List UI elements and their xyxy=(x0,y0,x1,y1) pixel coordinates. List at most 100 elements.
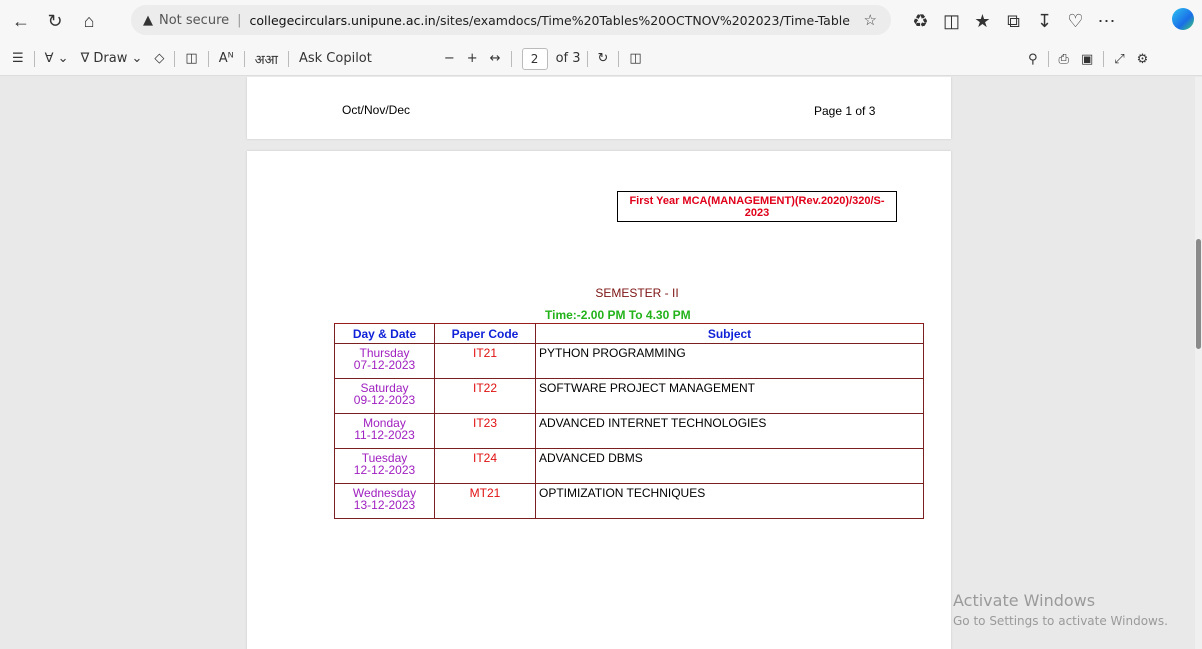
date: 11-12-2023 xyxy=(354,428,415,442)
day-date-cell: Wednesday 13-12-2023 xyxy=(334,483,435,519)
table-header-row: Day & Date Paper Code Subject xyxy=(334,323,924,344)
semester-heading: SEMESTER - II xyxy=(247,286,951,300)
erase-icon[interactable]: ◇ xyxy=(148,42,170,76)
paper-code: IT23 xyxy=(434,413,536,449)
warning-icon[interactable]: ▲ xyxy=(143,13,153,28)
refresh-icon[interactable]: ↻ xyxy=(38,4,72,38)
page-header-number: Page 1 of 3 xyxy=(814,104,876,118)
subject: ADVANCED DBMS xyxy=(535,448,924,484)
draw-label: Draw xyxy=(93,51,128,66)
toolbar-separator xyxy=(287,50,289,67)
favorite-icon[interactable]: ☆ xyxy=(864,11,877,29)
toolbar-separator xyxy=(618,50,620,67)
table-row: Saturday 09-12-2023 IT22 SOFTWARE PROJECT… xyxy=(334,378,924,414)
not-secure-label[interactable]: Not secure xyxy=(159,13,229,28)
address-separator: | xyxy=(237,12,242,28)
page-total: of 3 xyxy=(555,51,581,66)
paper-code: IT24 xyxy=(434,448,536,484)
downloads-icon[interactable]: ↧ xyxy=(1029,4,1060,38)
url-host: collegecirculars.unipune.ac.in xyxy=(249,12,436,28)
scrollbar-thumb[interactable] xyxy=(1196,239,1201,349)
rotate-icon[interactable]: ↻ xyxy=(592,42,615,76)
pdf-page-2: First Year MCA(MANAGEMENT)(Rev.2020)/320… xyxy=(247,151,951,649)
semester-text: SEMESTER - II xyxy=(595,286,679,300)
day-date-cell: Thursday 07-12-2023 xyxy=(334,343,435,379)
date: 12-12-2023 xyxy=(353,463,416,477)
subject: OPTIMIZATION TECHNIQUES xyxy=(535,483,924,519)
course-title-line1: First Year MCA(MANAGEMENT)(Rev.2020)/320… xyxy=(629,195,885,207)
url-path: /sites/examdocs/Time%20Tables%20OCTNOV%2… xyxy=(435,12,850,28)
watermark-title: Activate Windows xyxy=(953,591,1096,610)
toolbar-separator xyxy=(207,50,209,67)
table-row: Thursday 07-12-2023 IT21 PYTHON PROGRAMMI… xyxy=(334,343,924,379)
search-icon[interactable]: ⚲ xyxy=(1022,42,1044,76)
pdf-toolbar-right: ⚲ ⎙ ▣ ⤢ ⚙ xyxy=(1022,42,1154,76)
day-date-cell: Monday 11-12-2023 xyxy=(334,413,435,449)
zoom-out-button[interactable]: − xyxy=(438,42,461,76)
browser-essentials-icon[interactable]: ♡ xyxy=(1060,4,1091,38)
url-text[interactable]: collegecirculars.unipune.ac.in/sites/exa… xyxy=(250,13,850,28)
pdf-toolbar: ☰ ∀ ⌄ ∇ Draw ⌄ ◇ ◫ Aᴺ अआ Ask Copilot − +… xyxy=(0,42,1202,76)
text-icon[interactable]: ◫ xyxy=(179,42,203,76)
draw-icon: ∇ xyxy=(80,51,94,66)
pdf-viewer[interactable]: Oct/Nov/Dec Page 1 of 3 First Year MCA(M… xyxy=(0,77,1195,649)
page-header-session: Oct/Nov/Dec xyxy=(342,103,411,117)
day-date-cell: Saturday 09-12-2023 xyxy=(334,378,435,414)
browser-actions: ♻ ◫ ★ ⧉ ↧ ♡ ⋯ xyxy=(905,4,1122,38)
toolbar-separator xyxy=(586,50,588,67)
activation-watermark: Activate Windows Go to Settings to activ… xyxy=(953,591,1168,628)
toolbar-separator xyxy=(1103,51,1105,67)
fit-page-icon[interactable]: ↔ xyxy=(484,42,507,76)
watermark-subtitle: Go to Settings to activate Windows. xyxy=(953,614,1168,628)
ask-copilot-button[interactable]: Ask Copilot xyxy=(293,42,378,76)
toolbar-separator xyxy=(510,50,512,67)
extensions-icon[interactable]: ♻ xyxy=(905,4,936,38)
course-title: First Year MCA(MANAGEMENT)(Rev.2020)/320… xyxy=(617,191,897,222)
subject: PYTHON PROGRAMMING xyxy=(535,343,924,379)
column-header-day: Day & Date xyxy=(334,323,435,344)
page-view-icon[interactable]: ◫ xyxy=(623,42,647,76)
timetable: Day & Date Paper Code Subject Thursday 07… xyxy=(334,323,924,519)
settings-icon[interactable]: ⚙ xyxy=(1131,42,1155,76)
address-bar[interactable]: ▲ Not secure | collegecirculars.unipune.… xyxy=(131,5,891,35)
back-icon[interactable]: ← xyxy=(4,4,38,38)
toolbar-separator xyxy=(174,50,176,67)
save-icon[interactable]: ▣ xyxy=(1075,42,1099,76)
read-aloud-button[interactable]: Aᴺ xyxy=(213,42,240,76)
home-icon[interactable]: ⌂ xyxy=(72,4,106,38)
print-icon[interactable]: ⎙ xyxy=(1053,42,1075,76)
draw-button[interactable]: ∇ Draw ⌄ xyxy=(75,42,149,76)
split-screen-icon[interactable]: ◫ xyxy=(936,4,967,38)
collections-icon[interactable]: ⧉ xyxy=(998,4,1029,38)
page-number-input[interactable]: 2 xyxy=(521,47,548,70)
translate-button[interactable]: अआ xyxy=(249,42,284,76)
more-icon[interactable]: ⋯ xyxy=(1091,4,1122,38)
fullscreen-icon[interactable]: ⤢ xyxy=(1108,42,1130,76)
paper-code: IT22 xyxy=(434,378,536,414)
date: 13-12-2023 xyxy=(353,498,416,512)
table-row: Wednesday 13-12-2023 MT21 OPTIMIZATION TE… xyxy=(334,483,924,519)
paper-code: IT21 xyxy=(434,343,536,379)
date: 09-12-2023 xyxy=(353,393,416,407)
column-header-subject: Subject xyxy=(535,323,924,344)
subject: SOFTWARE PROJECT MANAGEMENT xyxy=(535,378,924,414)
contents-icon[interactable]: ☰ xyxy=(0,42,30,76)
browser-toolbar: ← ↻ ⌂ ▲ Not secure | collegecirculars.un… xyxy=(0,0,1202,42)
paper-code: MT21 xyxy=(434,483,536,519)
zoom-in-button[interactable]: + xyxy=(461,42,484,76)
highlight-icon[interactable]: ∀ ⌄ xyxy=(39,42,75,76)
column-header-code: Paper Code xyxy=(434,323,536,344)
exam-time: Time:-2.00 PM To 4.30 PM xyxy=(545,308,691,322)
toolbar-separator xyxy=(1047,51,1049,67)
toolbar-separator xyxy=(243,50,245,67)
pdf-page-1: Oct/Nov/Dec Page 1 of 3 xyxy=(247,77,951,139)
table-row: Tuesday 12-12-2023 IT24 ADVANCED DBMS xyxy=(334,448,924,484)
day-date-cell: Tuesday 12-12-2023 xyxy=(334,448,435,484)
toolbar-separator xyxy=(33,50,35,67)
subject: ADVANCED INTERNET TECHNOLOGIES xyxy=(535,413,924,449)
favorites-bar-icon[interactable]: ★ xyxy=(967,4,998,38)
date: 07-12-2023 xyxy=(353,358,416,372)
course-title-line2: 2023 xyxy=(744,207,770,219)
copilot-icon[interactable] xyxy=(1172,8,1194,30)
vertical-scrollbar[interactable] xyxy=(1195,77,1202,649)
